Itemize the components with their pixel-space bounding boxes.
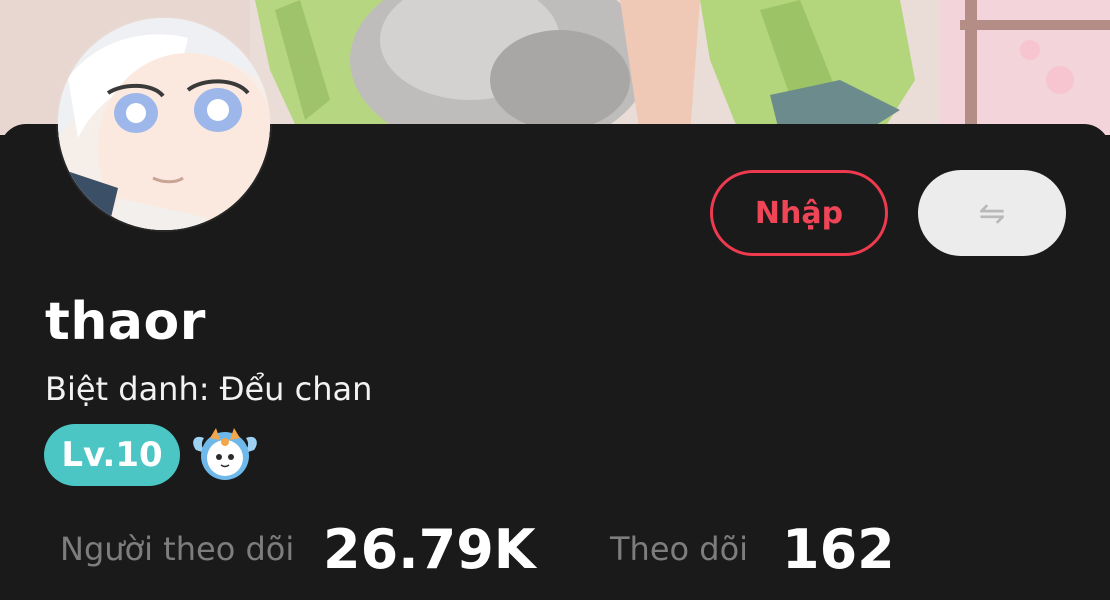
- avatar[interactable]: [58, 18, 270, 230]
- username: thaor: [45, 292, 206, 352]
- avatar-image: [58, 18, 270, 230]
- switch-button[interactable]: ⇋: [918, 170, 1066, 256]
- followers-count[interactable]: 26.79K: [323, 518, 536, 581]
- mascot-badge-icon[interactable]: [190, 424, 260, 486]
- following-count[interactable]: 162: [782, 518, 895, 581]
- nickname: Biệt danh: Đểu chan: [45, 370, 373, 408]
- following-label: Theo dõi: [610, 530, 749, 568]
- enter-button[interactable]: Nhập: [710, 170, 888, 256]
- swap-arrows-icon: ⇋: [978, 194, 1006, 232]
- level-badge[interactable]: Lv.10: [44, 424, 180, 486]
- followers-label: Người theo dõi: [60, 530, 295, 568]
